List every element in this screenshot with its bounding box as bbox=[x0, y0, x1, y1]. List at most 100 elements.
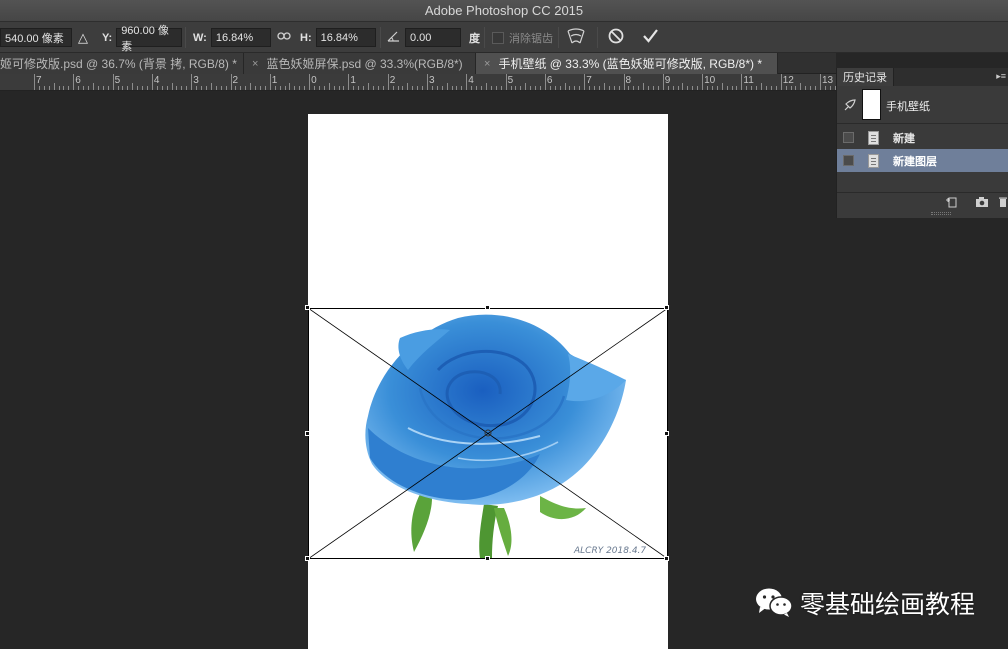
ruler-minor-tick bbox=[815, 86, 817, 90]
ruler-minor-tick bbox=[97, 86, 99, 90]
ruler-minor-tick bbox=[142, 86, 144, 90]
tab-history[interactable]: 历史记录 bbox=[837, 68, 894, 86]
transform-handle-bottom-left[interactable] bbox=[305, 556, 310, 561]
document-tabs: 姬可修改版.psd @ 36.7% (背景 拷, RGB/8) * × 蓝色妖姬… bbox=[0, 53, 836, 74]
ruler-minor-tick bbox=[171, 83, 173, 90]
snapshot-label: 手机壁纸 bbox=[886, 101, 930, 113]
camera-icon[interactable] bbox=[975, 196, 989, 208]
ruler-minor-tick bbox=[368, 83, 370, 90]
angle-field[interactable]: 0.00 bbox=[405, 28, 461, 47]
ruler-minor-tick bbox=[579, 86, 581, 90]
warp-icon[interactable] bbox=[566, 27, 586, 48]
ruler-minor-tick bbox=[402, 86, 404, 90]
free-transform-box[interactable]: ALCRY 2018.4.7 bbox=[307, 307, 669, 560]
ruler-minor-tick bbox=[471, 86, 473, 90]
transform-handle-left[interactable] bbox=[305, 431, 310, 436]
ruler-minor-tick bbox=[382, 86, 384, 90]
ruler-label: 12 bbox=[782, 75, 794, 86]
ruler-minor-tick bbox=[127, 86, 129, 90]
ruler-minor-tick bbox=[785, 86, 787, 90]
tab-document-2[interactable]: × 蓝色妖姬屏保.psd @ 33.3%(RGB/8*) bbox=[244, 53, 476, 74]
ruler-minor-tick bbox=[343, 86, 345, 90]
ruler-minor-tick bbox=[235, 86, 237, 90]
history-brush-checkbox[interactable] bbox=[843, 132, 854, 143]
separator bbox=[185, 27, 186, 48]
snapshot-thumbnail bbox=[862, 89, 881, 120]
ruler-label: 1 bbox=[271, 75, 278, 86]
separator bbox=[380, 27, 381, 48]
ruler-major-tick bbox=[230, 74, 232, 90]
panel-menu-icon[interactable]: ▸≡ bbox=[996, 71, 1006, 82]
watermark: 零基础绘画教程 bbox=[754, 586, 975, 620]
tab-document-active[interactable]: × 手机壁纸 @ 33.3% (蓝色妖姬可修改版, RGB/8*) * bbox=[476, 53, 778, 74]
ruler-minor-tick bbox=[795, 86, 797, 90]
ruler-major-tick bbox=[544, 74, 546, 90]
history-state-new-layer[interactable]: 新建图层 bbox=[837, 149, 1008, 172]
ruler-minor-tick bbox=[500, 86, 502, 90]
ruler-label: 7 bbox=[36, 75, 42, 86]
options-bar: 540.00 像素 △ Y: 960.00 像素 W: 16.84% H: 16… bbox=[0, 22, 1008, 53]
transform-handle-right[interactable] bbox=[664, 431, 669, 436]
ruler-minor-tick bbox=[515, 86, 517, 90]
ruler-minor-tick bbox=[304, 86, 306, 90]
ruler-minor-tick bbox=[186, 86, 188, 90]
close-icon[interactable]: × bbox=[484, 58, 490, 70]
history-brush-checkbox[interactable] bbox=[843, 155, 854, 166]
antialias-checkbox[interactable] bbox=[492, 31, 504, 44]
ruler-minor-tick bbox=[274, 86, 276, 90]
x-position-field[interactable]: 540.00 像素 bbox=[0, 28, 72, 47]
cancel-transform-icon[interactable] bbox=[607, 27, 625, 48]
ruler-minor-tick bbox=[594, 86, 596, 90]
relative-position-icon[interactable]: △ bbox=[78, 30, 88, 46]
transform-handle-bottom[interactable] bbox=[485, 556, 490, 561]
ruler-minor-tick bbox=[677, 86, 679, 90]
ruler-minor-tick bbox=[132, 83, 134, 90]
ruler-minor-tick bbox=[166, 86, 168, 90]
history-state-new[interactable]: 新建 bbox=[837, 126, 1008, 149]
ruler-minor-tick bbox=[107, 86, 109, 90]
panel-tab-strip: 历史记录 ▸≡ bbox=[837, 68, 1008, 86]
ruler-label: 4 bbox=[153, 75, 160, 86]
ruler-minor-tick bbox=[259, 86, 261, 90]
ruler-minor-tick bbox=[736, 86, 738, 90]
ruler-minor-tick bbox=[652, 86, 654, 90]
ruler-minor-tick bbox=[520, 86, 522, 90]
ruler-minor-tick bbox=[456, 86, 458, 90]
link-proportions-icon[interactable] bbox=[277, 31, 291, 44]
ruler-minor-tick bbox=[697, 86, 699, 90]
ruler-minor-tick bbox=[225, 86, 227, 90]
panel-resize-grip[interactable] bbox=[931, 212, 951, 215]
ruler-minor-tick bbox=[205, 86, 207, 90]
commit-checkmark-icon[interactable] bbox=[641, 27, 659, 48]
ruler-minor-tick bbox=[603, 83, 605, 90]
transform-handle-top-left[interactable] bbox=[305, 305, 310, 310]
ruler-minor-tick bbox=[481, 86, 483, 90]
horizontal-ruler[interactable]: 7 6 5 4 3 2 1 0 1 2 3 4 5 6 7 8 9 10 11 12 13 bbox=[0, 74, 836, 91]
ruler-minor-tick bbox=[264, 86, 266, 90]
ruler-minor-tick bbox=[539, 86, 541, 90]
w-label: W: bbox=[193, 31, 207, 44]
ruler-minor-tick bbox=[299, 86, 301, 90]
y-position-field[interactable]: 960.00 像素 bbox=[116, 25, 183, 53]
new-document-from-state-icon[interactable] bbox=[945, 196, 959, 208]
history-brush-source-icon[interactable] bbox=[843, 98, 857, 115]
ruler-minor-tick bbox=[78, 86, 80, 90]
ruler-label: 11 bbox=[743, 75, 754, 86]
ruler-minor-tick bbox=[245, 86, 247, 90]
history-snapshot[interactable]: 手机壁纸 bbox=[837, 86, 1008, 124]
ruler-minor-tick bbox=[122, 86, 124, 90]
tab-document-1[interactable]: 姬可修改版.psd @ 36.7% (背景 拷, RGB/8) * bbox=[0, 53, 244, 74]
ruler-minor-tick bbox=[648, 86, 650, 90]
close-icon[interactable]: × bbox=[252, 58, 258, 70]
height-field[interactable]: 16.84% bbox=[315, 28, 376, 47]
trash-icon[interactable] bbox=[997, 196, 1008, 208]
ruler-minor-tick bbox=[554, 86, 556, 90]
ruler-minor-tick bbox=[156, 86, 158, 90]
transform-handle-top-right[interactable] bbox=[664, 305, 669, 310]
transform-handle-top[interactable] bbox=[485, 305, 490, 310]
ruler-label: 5 bbox=[507, 75, 514, 86]
width-field[interactable]: 16.84% bbox=[210, 28, 271, 47]
ruler-minor-tick bbox=[746, 86, 748, 90]
transform-handle-bottom-right[interactable] bbox=[664, 556, 669, 561]
ruler-minor-tick bbox=[657, 86, 659, 90]
